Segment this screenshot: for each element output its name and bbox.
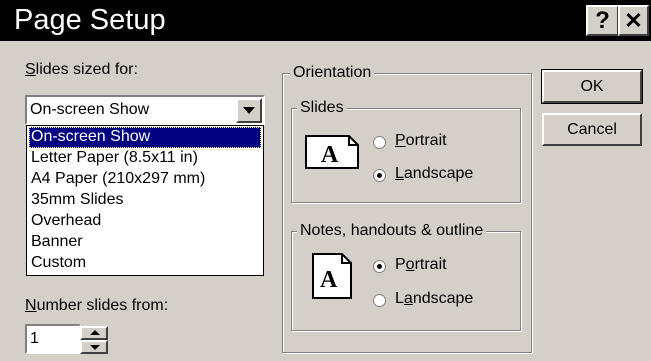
help-icon: ? [595, 6, 610, 34]
chevron-down-icon [243, 107, 255, 114]
title-bar[interactable]: Page Setup ? ✕ [0, 0, 651, 41]
slides-sized-for-list[interactable]: On-screen Show Letter Paper (8.5x11 in) … [26, 125, 264, 276]
page-setup-dialog: Page Setup ? ✕ Slides sized for: On-scre… [0, 0, 651, 361]
list-item[interactable]: Banner [29, 232, 261, 253]
slides-sized-for-dropdown[interactable]: On-screen Show [25, 95, 265, 125]
notes-landscape-radio[interactable] [373, 294, 386, 307]
dropdown-button[interactable] [236, 98, 262, 123]
help-button[interactable]: ? [586, 5, 619, 36]
cancel-button[interactable]: Cancel [542, 113, 642, 146]
chevron-down-icon [90, 345, 100, 350]
slides-portrait-radio[interactable] [373, 136, 386, 149]
notes-portrait-radio[interactable] [373, 260, 386, 273]
dialog-title: Page Setup [14, 4, 166, 36]
close-button[interactable]: ✕ [618, 5, 649, 36]
stepper-down-button[interactable] [80, 340, 108, 354]
number-slides-from-label: Number slides from: [25, 297, 169, 314]
notes-landscape-label[interactable]: Landscape [395, 289, 473, 309]
orientation-group-label: Orientation [290, 63, 375, 83]
page-icon-letter: A [321, 142, 339, 168]
number-stepper[interactable] [80, 326, 110, 354]
number-slides-from-input[interactable]: 1 [25, 324, 81, 354]
list-item[interactable]: Custom [29, 253, 261, 274]
slides-orientation-label: Slides [297, 98, 347, 118]
slides-landscape-radio[interactable] [373, 169, 386, 182]
list-item[interactable]: Overhead [29, 211, 261, 232]
notes-portrait-label[interactable]: Portrait [395, 255, 447, 275]
chevron-up-icon [90, 330, 100, 335]
slides-landscape-label[interactable]: Landscape [395, 164, 473, 184]
list-item[interactable]: 35mm Slides [29, 190, 261, 211]
list-item[interactable]: A4 Paper (210x297 mm) [29, 169, 261, 190]
close-icon: ✕ [624, 7, 643, 33]
landscape-page-icon: A [305, 135, 359, 169]
portrait-page-icon: A [312, 253, 352, 299]
radio-selected-dot [377, 173, 382, 178]
notes-orientation-label: Notes, handouts & outline [297, 221, 487, 241]
stepper-up-button[interactable] [80, 326, 108, 340]
page-icon-letter: A [320, 267, 338, 293]
dropdown-value: On-screen Show [30, 101, 150, 118]
radio-selected-dot [377, 264, 382, 269]
ok-button[interactable]: OK [541, 69, 643, 104]
number-slides-value: 1 [30, 330, 39, 347]
list-item[interactable]: Letter Paper (8.5x11 in) [29, 148, 261, 169]
slides-portrait-label[interactable]: Portrait [395, 131, 447, 151]
list-item[interactable]: On-screen Show [29, 127, 261, 148]
slides-sized-for-label: Slides sized for: [25, 61, 138, 78]
